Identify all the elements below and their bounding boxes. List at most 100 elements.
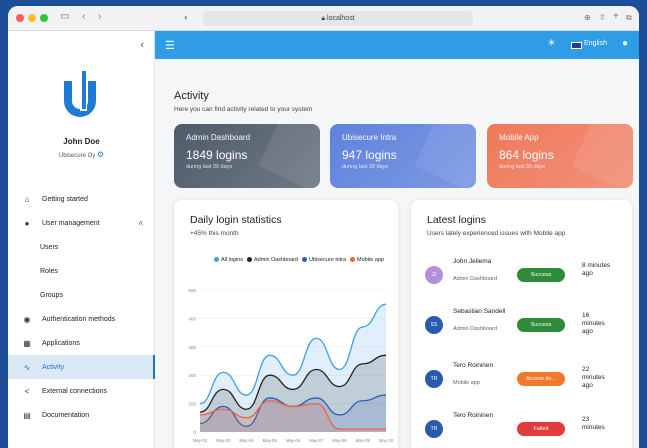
sidebar-item-label: Roles <box>40 267 58 275</box>
card-caption: during last 30 days <box>186 164 233 170</box>
sidebar-toggle-icon[interactable]: ▭ <box>60 11 69 22</box>
x-tick-label: May-10 <box>379 438 394 443</box>
sidebar-item-label: Users <box>40 243 59 251</box>
back-icon[interactable]: ‹ <box>82 11 85 22</box>
avatar: TR <box>425 370 443 388</box>
menu-icon[interactable]: ☰ <box>165 39 175 52</box>
login-app-name: Admin Dashboard <box>453 276 498 282</box>
fingerprint-icon: ◉ <box>23 314 31 324</box>
sidebar-item-authentication-methods[interactable]: ◉ Authentication methods <box>8 307 155 331</box>
login-user-name: Tero Roininen <box>453 362 494 369</box>
login-row[interactable]: TR Tero Roininen Mobile app Access de... 22 … <box>411 362 632 412</box>
person-icon: ● <box>24 218 30 228</box>
uk-flag-icon[interactable] <box>571 42 582 49</box>
card-value: 864 logins <box>499 148 554 162</box>
forward-icon[interactable]: › <box>98 11 101 22</box>
sidebar-item-activity[interactable]: ∿ Activity <box>8 355 155 379</box>
theme-sun-icon[interactable]: ☀ <box>547 38 556 49</box>
top-app-bar: ☰ ☀ English ● <box>155 31 639 59</box>
minimize-window-button[interactable] <box>28 14 36 22</box>
status-badge: Access de... <box>517 372 565 386</box>
browser-window: ▭ ‹ › ◐ 🔒︎ localhost ⊕ ⇧ + ⧉ ‹ John Doe … <box>8 6 639 448</box>
y-tick-label: 300 <box>188 345 196 350</box>
stat-card-mobile-app[interactable]: Mobile App 864 logins during last 30 days <box>487 124 633 188</box>
x-tick-label: May-02 <box>193 438 208 443</box>
latest-logins-panel: Latest logins Users lately experienced i… <box>411 200 632 448</box>
sidebar-item-getting-started[interactable]: ⌂ Getting started <box>8 187 155 211</box>
daily-login-title: Daily login statistics <box>190 214 282 226</box>
page-subtitle: Here you can find activity related to yo… <box>174 106 313 113</box>
user-org: Ubisecure Oy ⚙ <box>58 150 105 159</box>
login-time: 16 minutes ago <box>582 312 605 335</box>
latest-logins-subtitle: Users lately experienced issues with Mob… <box>427 230 566 237</box>
ubisecure-logo <box>64 69 96 117</box>
avatar: JJ <box>425 266 443 284</box>
legend-label: Mobile app <box>357 257 384 263</box>
y-tick-label: 0 <box>193 430 196 435</box>
status-badge: Success <box>517 268 565 282</box>
login-row[interactable]: TR Tero Roininen Failed 23 minutes <box>411 412 632 448</box>
sidebar: ‹ John Doe Ubisecure Oy ⚙ ⌂ Getting start… <box>8 31 155 448</box>
card-value: 1849 logins <box>186 148 248 162</box>
daily-login-panel: Daily login statistics +45% this month A… <box>174 200 398 448</box>
address-bar[interactable]: 🔒︎ localhost <box>203 11 473 26</box>
sidebar-item-label: Groups <box>40 291 63 299</box>
x-tick-label: May-09 <box>356 438 371 443</box>
new-tab-icon[interactable]: + <box>613 11 619 22</box>
sidebar-item-documentation[interactable]: ▤ Documentation <box>8 403 155 427</box>
legend-item[interactable]: Mobile app <box>350 257 384 263</box>
chevron-up-icon[interactable]: ˄ <box>138 219 143 228</box>
legend-swatch <box>247 257 253 263</box>
gear-icon[interactable]: ⚙ <box>97 150 104 159</box>
sidebar-item-users[interactable]: Users <box>8 235 155 259</box>
y-tick-label: 400 <box>188 316 196 321</box>
login-row[interactable]: SS Sebastian Sandell Admin Dashboard Succes… <box>411 308 632 358</box>
sidebar-item-roles[interactable]: Roles <box>8 259 155 283</box>
legend-item[interactable]: Ubisecure intra <box>302 257 346 263</box>
login-time: 23 minutes <box>582 416 605 431</box>
sidebar-item-label: Documentation <box>42 411 90 419</box>
sidebar-item-applications[interactable]: ▦ Applications <box>8 331 155 355</box>
main-content: Activity Here you can find activity rela… <box>155 59 639 448</box>
language-selector[interactable]: English <box>584 40 607 47</box>
login-time: 8 minutes ago <box>582 262 611 277</box>
sidebar-nav: ⌂ Getting started ● User management ˄ Users Ro… <box>8 187 155 427</box>
status-badge: Failed <box>517 422 565 436</box>
account-icon[interactable]: ● <box>622 38 628 49</box>
avatar: SS <box>425 316 443 334</box>
card-title: Mobile App <box>499 133 539 142</box>
legend-item[interactable]: All logins <box>214 257 243 263</box>
avatar: TR <box>425 420 443 438</box>
login-user-name: John Jellema <box>453 258 492 265</box>
stat-card-ubisecure-intra[interactable]: Ubisecure Intra 947 logins during last 30 … <box>330 124 476 188</box>
sidebar-item-external-connections[interactable]: < External connections <box>8 379 155 403</box>
sidebar-item-label: User management <box>42 219 100 227</box>
login-time: 22 minutes ago <box>582 366 605 389</box>
zoom-window-button[interactable] <box>40 14 48 22</box>
legend-item[interactable]: Admin Dashboard <box>247 257 298 263</box>
login-chart: 500 400 300 200 100 0 May-02 May-03 May-04 May-05… <box>188 288 394 443</box>
chevron-left-icon[interactable]: ‹ <box>140 39 144 51</box>
legend-swatch <box>350 257 356 263</box>
sidebar-item-groups[interactable]: Groups <box>8 283 155 307</box>
download-icon[interactable]: ⊕ <box>584 13 591 22</box>
sidebar-item-user-management[interactable]: ● User management ˄ <box>8 211 155 235</box>
x-tick-label: May-05 <box>263 438 278 443</box>
x-tick-label: May-06 <box>286 438 301 443</box>
card-caption: during last 30 days <box>499 164 546 170</box>
legend-swatch <box>214 257 219 263</box>
tabs-overview-icon[interactable]: ⧉ <box>626 13 632 23</box>
share-icon[interactable]: ⇧ <box>599 13 606 22</box>
stat-card-admin-dashboard[interactable]: Admin Dashboard 1849 logins during last 30… <box>174 124 320 188</box>
activity-icon: ∿ <box>23 362 31 372</box>
legend-label: Admin Dashboard <box>254 257 299 263</box>
y-tick-label: 500 <box>188 288 196 293</box>
y-tick-label: 200 <box>188 373 196 378</box>
close-window-button[interactable] <box>16 14 24 22</box>
daily-login-subtitle: +45% this month <box>190 230 239 237</box>
login-row[interactable]: JJ John Jellema Admin Dashboard Success 8 mi… <box>411 258 632 308</box>
legend-swatch <box>302 257 308 263</box>
page-title: Activity <box>174 90 209 102</box>
card-value: 947 logins <box>342 148 397 162</box>
user-name: John Doe <box>63 137 100 146</box>
